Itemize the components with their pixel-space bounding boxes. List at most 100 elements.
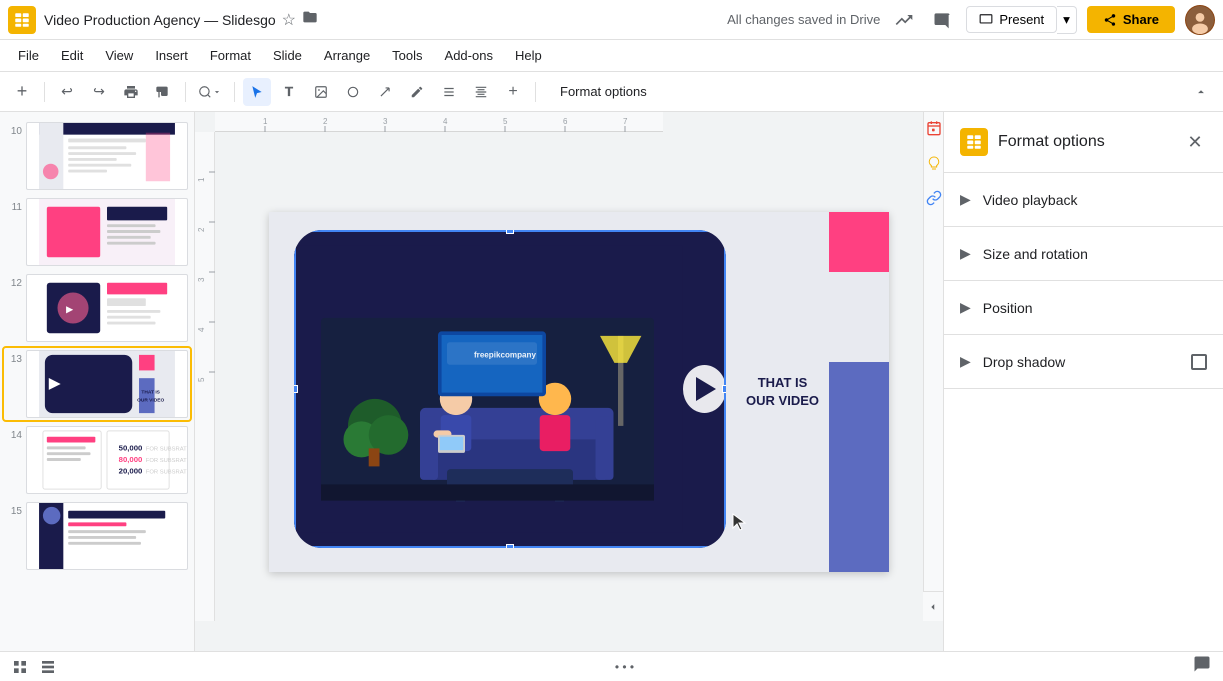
purple-accent-block <box>829 362 889 572</box>
slide-item-13[interactable]: 13 ▶ THAT IS OUR VIDEO <box>4 348 190 420</box>
video-playback-header[interactable]: ▶ Video playback <box>944 173 1223 226</box>
share-label: Share <box>1123 12 1159 27</box>
share-button[interactable]: Share <box>1087 6 1175 33</box>
comment-icon[interactable] <box>928 6 956 34</box>
slide-item-12[interactable]: 12 ▶ <box>4 272 190 344</box>
handle-bottom-right[interactable] <box>722 544 726 548</box>
grid-view-btn[interactable] <box>12 659 28 675</box>
svg-text:OUR VIDEO: OUR VIDEO <box>137 397 164 403</box>
title-area: Video Production Agency — Slidesgo ☆ <box>44 9 719 30</box>
size-rotation-header[interactable]: ▶ Size and rotation <box>944 227 1223 280</box>
top-bar: Video Production Agency — Slidesgo ☆ All… <box>0 0 1223 40</box>
paint-format-button[interactable] <box>149 78 177 106</box>
ruler-horizontal: 1 2 3 4 5 6 7 8 9 <box>215 112 663 132</box>
align-tool[interactable] <box>467 78 495 106</box>
handle-top-center[interactable] <box>506 230 514 234</box>
handle-bottom-left[interactable] <box>294 544 298 548</box>
menu-insert[interactable]: Insert <box>145 44 198 67</box>
format-options-panel: Format options ✕ ▶ Video playback ▶ Size… <box>943 112 1223 651</box>
svg-text:6: 6 <box>563 117 568 126</box>
image-tool[interactable] <box>307 78 335 106</box>
slide-canvas[interactable]: freepikcompany <box>269 212 889 572</box>
folder-icon[interactable] <box>302 9 318 30</box>
menu-arrange[interactable]: Arrange <box>314 44 380 67</box>
ruler-vertical: 1 2 3 4 5 <box>195 132 215 621</box>
line-style-tool[interactable] <box>435 78 463 106</box>
menu-format[interactable]: Format <box>200 44 261 67</box>
divider-3 <box>234 82 235 102</box>
insert-tool[interactable]: + <box>499 78 527 106</box>
slide-thumb-13[interactable]: ▶ THAT IS OUR VIDEO <box>26 350 188 418</box>
calendar-icon[interactable] <box>926 120 942 141</box>
drop-shadow-checkbox[interactable] <box>1191 354 1207 370</box>
menu-slide[interactable]: Slide <box>263 44 312 67</box>
select-tool[interactable] <box>243 78 271 106</box>
line-tool[interactable] <box>371 78 399 106</box>
slide-thumb-10[interactable] <box>26 122 188 190</box>
handle-bottom-center[interactable] <box>506 544 514 548</box>
bulb-icon[interactable] <box>926 155 942 176</box>
menu-view[interactable]: View <box>95 44 143 67</box>
panel-collapse-arrow[interactable] <box>923 591 943 621</box>
slide-num-14: 14 <box>6 426 22 441</box>
slide-thumb-15[interactable] <box>26 502 188 570</box>
activity-icon[interactable] <box>890 6 918 34</box>
link-icon[interactable] <box>926 190 942 211</box>
slide-item-14[interactable]: 14 50,000 80,000 20,000 FOR SUBSRATE FOR… <box>4 424 190 496</box>
slide-thumb-14[interactable]: 50,000 80,000 20,000 FOR SUBSRATE FOR SU… <box>26 426 188 494</box>
slide-thumb-11[interactable] <box>26 198 188 266</box>
slide-item-10[interactable]: 10 <box>4 120 190 192</box>
svg-text:50,000: 50,000 <box>119 443 143 452</box>
app-icon[interactable] <box>8 6 36 34</box>
present-dropdown[interactable]: ▾ <box>1057 6 1077 34</box>
speaker-notes-btn[interactable] <box>1193 655 1211 678</box>
menu-help[interactable]: Help <box>505 44 552 67</box>
position-arrow: ▶ <box>960 299 971 316</box>
video-selection-outline <box>294 230 726 548</box>
video-container[interactable]: freepikcompany <box>294 230 726 548</box>
zoom-button[interactable] <box>194 78 226 106</box>
menu-edit[interactable]: Edit <box>51 44 93 67</box>
list-view-btn[interactable] <box>40 659 56 675</box>
format-section-size-rotation: ▶ Size and rotation <box>944 227 1223 281</box>
slide-item-15[interactable]: 15 <box>4 500 190 572</box>
format-panel-header: Format options ✕ <box>944 112 1223 173</box>
format-section-position: ▶ Position <box>944 281 1223 335</box>
toolbar-collapse-btn[interactable] <box>1187 78 1215 106</box>
shapes-tool[interactable] <box>339 78 367 106</box>
canvas-area[interactable]: 1 2 3 4 5 6 7 8 9 <box>195 112 943 651</box>
slide-num-11: 11 <box>6 198 22 213</box>
cursor <box>729 512 749 537</box>
format-close-button[interactable]: ✕ <box>1183 130 1207 154</box>
star-icon[interactable]: ☆ <box>282 10 296 30</box>
position-header[interactable]: ▶ Position <box>944 281 1223 334</box>
handle-top-right[interactable] <box>722 230 726 234</box>
handle-top-left[interactable] <box>294 230 298 234</box>
svg-text:THAT IS: THAT IS <box>141 390 160 396</box>
menu-file[interactable]: File <box>8 44 49 67</box>
slide-item-11[interactable]: 11 <box>4 196 190 268</box>
position-title: Position <box>983 300 1033 316</box>
handle-mid-left[interactable] <box>294 385 298 393</box>
slide-num-12: 12 <box>6 274 22 289</box>
size-rotation-arrow: ▶ <box>960 245 971 262</box>
add-button[interactable]: + <box>8 78 36 106</box>
svg-text:FOR SUBSRATE: FOR SUBSRATE <box>146 446 187 452</box>
bottom-bar: • • • <box>0 651 1223 681</box>
pen-tool[interactable] <box>403 78 431 106</box>
present-button[interactable]: Present <box>966 6 1057 33</box>
drop-shadow-header[interactable]: ▶ Drop shadow <box>944 335 1223 388</box>
user-avatar[interactable] <box>1185 5 1215 35</box>
handle-mid-right[interactable] <box>722 385 726 393</box>
menu-tools[interactable]: Tools <box>382 44 432 67</box>
format-options-toolbar-label[interactable]: Format options <box>552 80 655 103</box>
undo-button[interactable]: ↩ <box>53 78 81 106</box>
pink-accent-block <box>829 212 889 272</box>
menu-addons[interactable]: Add-ons <box>435 44 503 67</box>
slide-num-15: 15 <box>6 502 22 517</box>
redo-button[interactable]: ↪ <box>85 78 113 106</box>
slide-thumb-12[interactable]: ▶ <box>26 274 188 342</box>
present-label: Present <box>999 12 1044 27</box>
text-tool[interactable] <box>275 78 303 106</box>
print-button[interactable] <box>117 78 145 106</box>
